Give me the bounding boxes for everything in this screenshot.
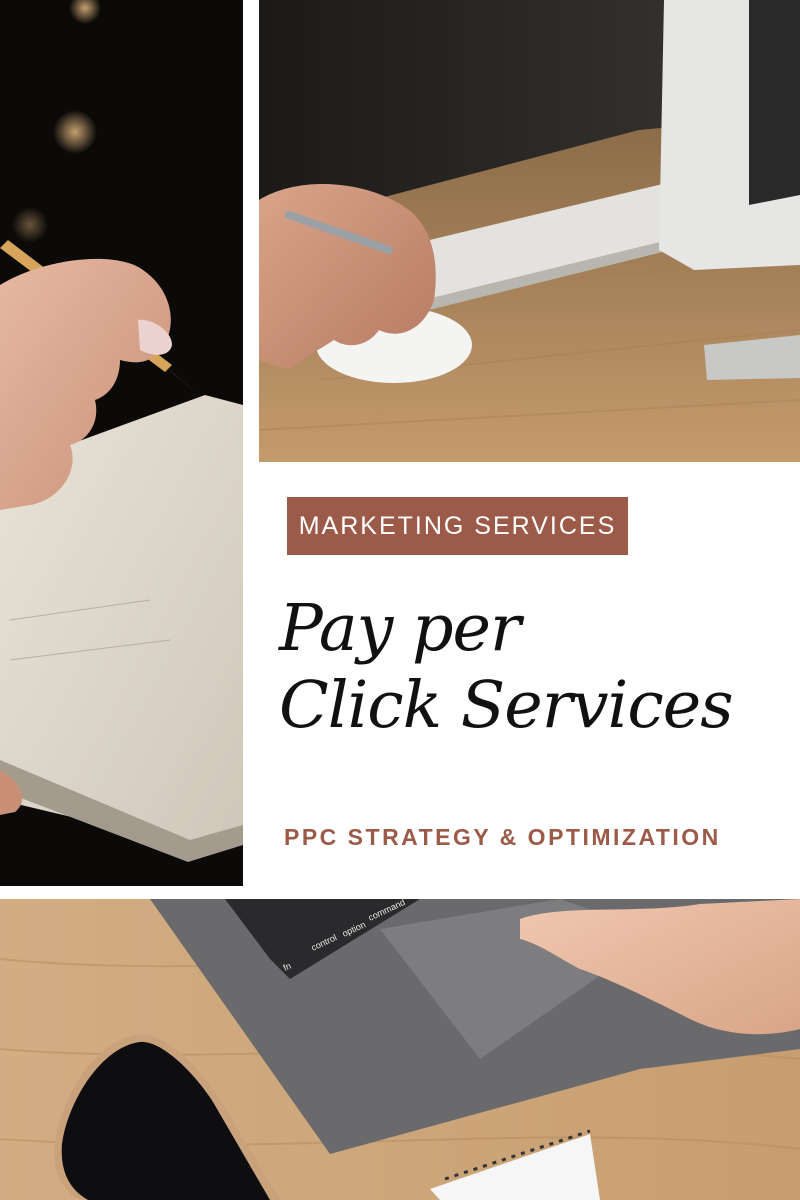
category-badge: MARKETING SERVICES [287, 497, 628, 555]
hands-on-laptop-with-phone-photo: control option command fn [0, 899, 800, 1200]
hand-on-computer-mouse-photo [259, 0, 800, 462]
hand-writing-in-notebook-photo [0, 0, 243, 886]
category-badge-label: MARKETING SERVICES [298, 511, 617, 540]
text-panel: MARKETING SERVICES Pay per Click Service… [259, 462, 800, 899]
subtitle: PPC STRATEGY & OPTIMIZATION [284, 824, 721, 850]
main-title-line-1: Pay per [279, 591, 521, 666]
main-title-line-2: Click Services [279, 668, 734, 743]
pinterest-graphic: MARKETING SERVICES Pay per Click Service… [0, 0, 800, 1200]
main-title: Pay per Click Services [279, 590, 794, 744]
